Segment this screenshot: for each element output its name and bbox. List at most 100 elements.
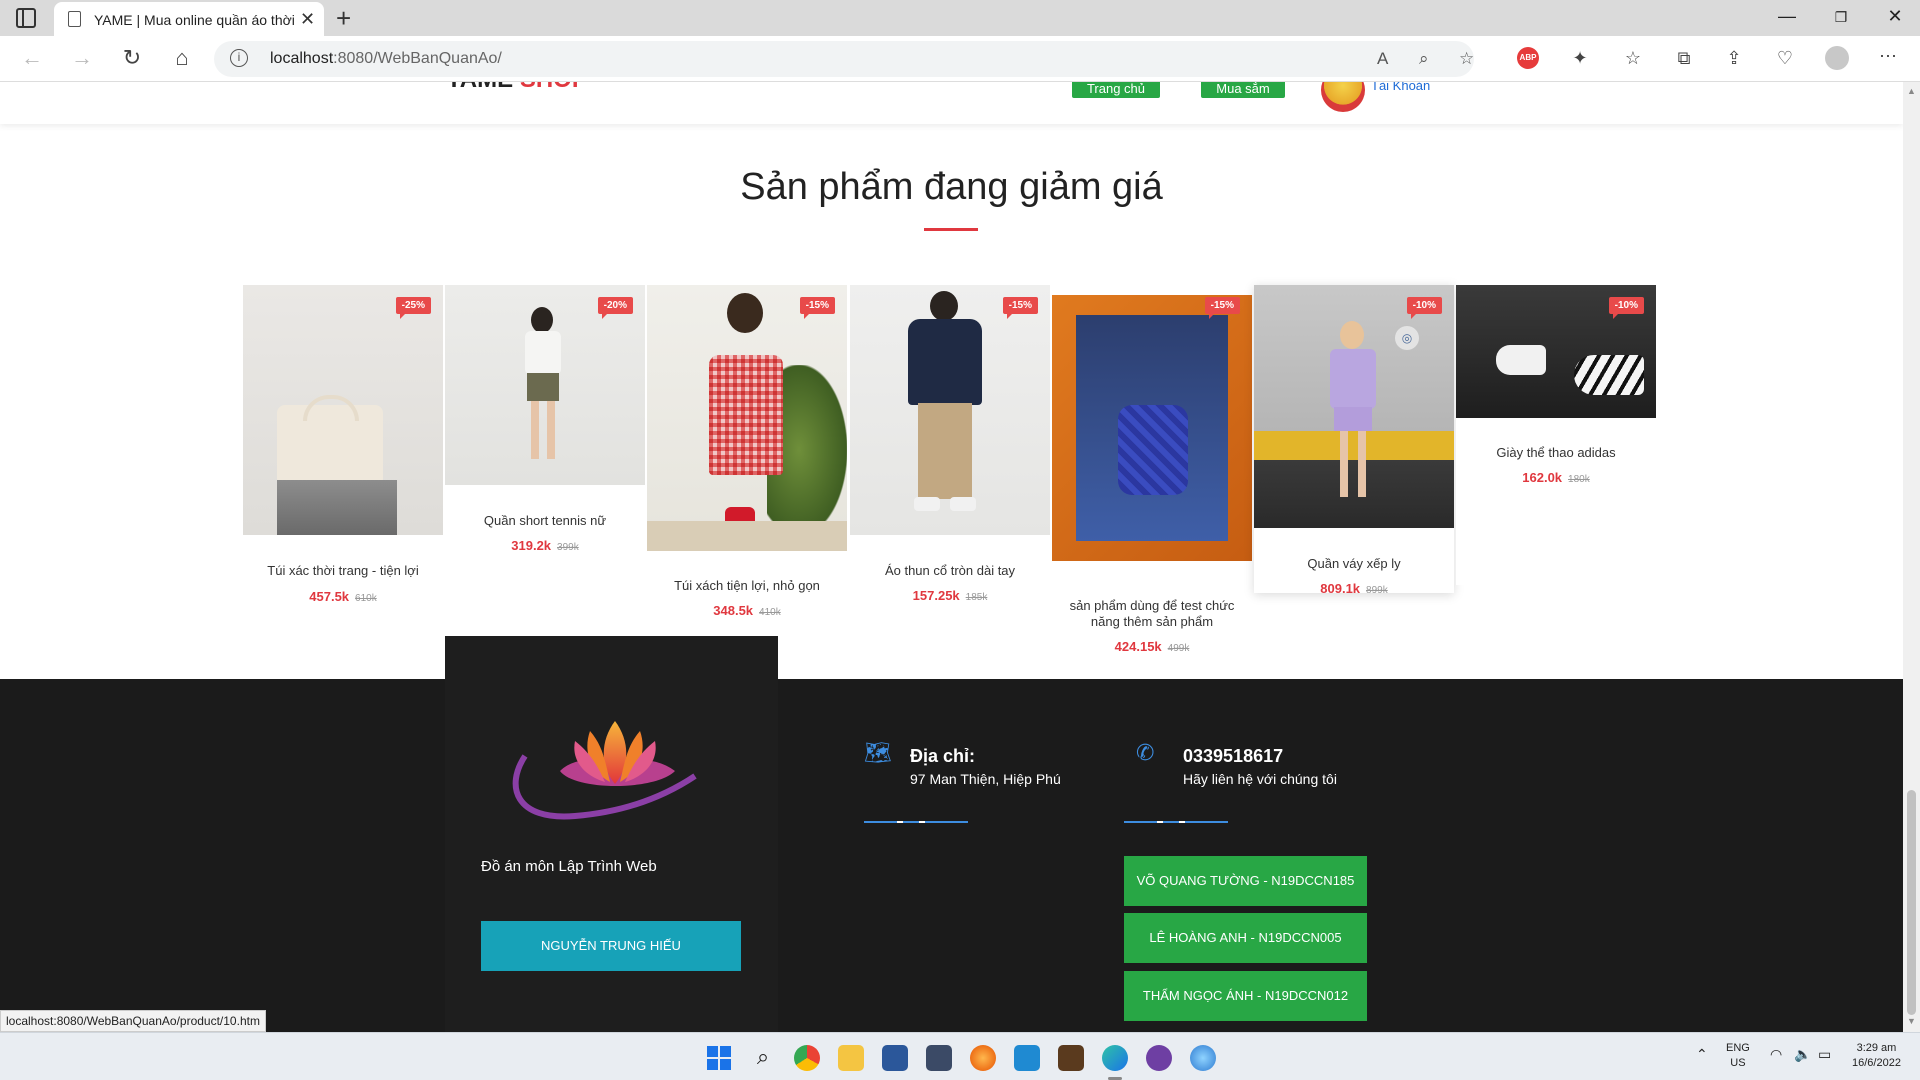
product-image[interactable] <box>445 285 645 485</box>
extensions-icon[interactable]: ✦ <box>1568 48 1592 69</box>
product-name[interactable]: Quần short tennis nữ <box>445 513 645 529</box>
discount-badge: -10% <box>1608 297 1644 319</box>
scrollbar[interactable]: ▲ ▼ <box>1903 82 1920 1032</box>
info-icon[interactable]: i <box>230 49 248 67</box>
zoom-icon[interactable]: ⌕ <box>1419 49 1429 69</box>
product-image[interactable] <box>1254 285 1454 528</box>
footer-brand-card: Đồ án môn Lập Trình Web NGUYỄN TRUNG HIẾ… <box>445 636 778 1032</box>
product-name[interactable]: Túi xách tiện lợi, nhỏ gọn <box>647 578 847 594</box>
leader-button[interactable]: NGUYỄN TRUNG HIẾU <box>481 921 741 971</box>
account-link[interactable]: Tài Khoản <box>1371 82 1430 93</box>
site-logo[interactable]: YAME SHOP <box>446 82 588 94</box>
adblock-icon[interactable]: ABP <box>1517 47 1539 69</box>
product-card[interactable]: -10% Giày thể thao adidas 162.0k 180k <box>1456 285 1656 585</box>
minimize-icon[interactable]: — <box>1772 6 1802 27</box>
close-icon[interactable]: ✕ <box>300 9 315 30</box>
divider <box>864 821 968 823</box>
product-name[interactable]: Quần váy xếp ly <box>1254 556 1454 572</box>
volume-icon[interactable]: 🔈 <box>1794 1047 1811 1062</box>
vscode-icon[interactable] <box>1014 1045 1040 1071</box>
product-card[interactable]: -15% Áo thun cổ tròn dài tay 157.25k 185k <box>850 285 1050 603</box>
map-icon: 🗺 <box>864 740 892 765</box>
more-icon[interactable]: ⋯ <box>1876 46 1900 67</box>
product-name[interactable]: Áo thun cổ tròn dài tay <box>850 563 1050 579</box>
globe-app-icon[interactable] <box>1190 1045 1216 1071</box>
page-viewport: YAME SHOP Trang chủ Mua sắm Tài Khoản Sả… <box>0 82 1903 1032</box>
chevron-up-icon[interactable]: ⌃ <box>1696 1047 1708 1062</box>
product-card[interactable]: -15% Túi xách tiện lợi, nhỏ gọn 348.5k 41… <box>647 285 847 618</box>
leg-shape <box>531 401 539 459</box>
discount-badge: -25% <box>395 297 431 319</box>
browser-essentials-icon[interactable]: ♡ <box>1773 48 1797 69</box>
favorites-icon[interactable]: ☆ <box>1621 48 1645 69</box>
shoe-shape <box>1574 355 1644 395</box>
window-close-icon[interactable]: ✕ <box>1880 6 1910 27</box>
search-icon[interactable]: ⌕ <box>750 1045 776 1071</box>
product-image[interactable] <box>647 285 847 551</box>
favorite-add-icon[interactable]: ☆ <box>1459 49 1474 69</box>
language-indicator[interactable]: ENG US <box>1726 1041 1750 1071</box>
visual-search-icon[interactable]: ◎ <box>1394 325 1420 351</box>
clock[interactable]: 3:29 am 16/6/2022 <box>1852 1041 1901 1071</box>
footer-description: Đồ án môn Lập Trình Web <box>481 858 657 875</box>
product-image[interactable] <box>850 285 1050 535</box>
profile-icon[interactable] <box>1825 46 1849 70</box>
sweatshirt-shape <box>908 319 982 405</box>
taskbar: ⌕ ⌃ ENG US ◠ 🔈 ▭ 3:29 am 16/6/2022 <box>0 1032 1920 1080</box>
product-card[interactable]: -20% Quần short tennis nữ 319.2k 399k <box>445 285 645 555</box>
firefox-icon[interactable] <box>970 1045 996 1071</box>
product-name[interactable]: sản phẩm dùng để test chức năng thêm sản… <box>1052 598 1252 630</box>
forward-icon[interactable]: → <box>68 45 96 71</box>
back-icon[interactable]: ← <box>18 45 46 71</box>
product-name[interactable]: Túi xác thời trang - tiện lợi <box>243 563 443 579</box>
product-card[interactable]: -25% Túi xác thời trang - tiện lợi 457.5… <box>243 285 443 604</box>
shorts-shape <box>527 373 559 401</box>
chrome-icon[interactable] <box>794 1045 820 1071</box>
leg-shape <box>1358 431 1366 497</box>
github-desktop-icon[interactable] <box>1146 1045 1172 1071</box>
battery-icon[interactable]: ▭ <box>1818 1047 1831 1062</box>
wifi-icon[interactable]: ◠ <box>1770 1047 1782 1062</box>
home-icon[interactable]: ⌂ <box>168 45 196 71</box>
notepad-icon[interactable] <box>882 1045 908 1071</box>
section-title: Sản phẩm đang giảm giá <box>740 166 1163 208</box>
dev-app-icon[interactable] <box>926 1045 952 1071</box>
member-button[interactable]: VÕ QUANG TƯỜNG - N19DCCN185 <box>1124 856 1367 906</box>
discount-badge: -20% <box>597 297 633 319</box>
avatar[interactable] <box>1321 82 1365 112</box>
collections-icon[interactable]: ⧉ <box>1672 48 1696 69</box>
product-card[interactable]: -15% sản phẩm dùng để test chức năng thê… <box>1052 285 1252 654</box>
product-card[interactable]: ◎ -10% Quần váy xếp ly 809.1k 899k <box>1254 285 1454 596</box>
address-bar[interactable]: i localhost:8080/WebBanQuanAo/ A ⌕ ☆ <box>214 41 1474 77</box>
restore-icon[interactable]: ❐ <box>1826 9 1856 26</box>
skirt-shape <box>1334 407 1372 431</box>
game-app-icon[interactable] <box>1058 1045 1084 1071</box>
tab-title: YAME | Mua online quần áo thời <box>94 12 294 28</box>
scroll-up-icon[interactable]: ▲ <box>1907 86 1916 96</box>
product-image[interactable] <box>1052 295 1252 561</box>
model-head-shape <box>1340 321 1364 349</box>
edge-icon[interactable] <box>1102 1045 1128 1071</box>
file-explorer-icon[interactable] <box>838 1045 864 1071</box>
product-name[interactable]: Giày thể thao adidas <box>1456 445 1656 461</box>
refresh-icon[interactable]: ↻ <box>118 45 146 71</box>
product-price: 162.0k 180k <box>1522 470 1590 485</box>
windows-start-icon[interactable] <box>706 1045 732 1071</box>
sidebar-icon[interactable] <box>16 8 36 28</box>
page-icon <box>68 11 81 27</box>
shoe-shape <box>1496 345 1546 375</box>
share-icon[interactable]: ⇪ <box>1722 48 1746 69</box>
product-image[interactable] <box>243 285 443 535</box>
nav-shop-button[interactable]: Mua sắm <box>1201 82 1285 98</box>
url-text[interactable]: localhost:8080/WebBanQuanAo/ <box>270 50 502 68</box>
member-button[interactable]: THẨM NGỌC ÁNH - N19DCCN012 <box>1124 971 1367 1021</box>
scroll-down-icon[interactable]: ▼ <box>1907 1016 1916 1026</box>
nav-home-button[interactable]: Trang chủ <box>1072 82 1160 98</box>
member-button[interactable]: LÊ HOÀNG ANH - N19DCCN005 <box>1124 913 1367 963</box>
site-header: YAME SHOP Trang chủ Mua sắm Tài Khoản <box>0 82 1903 124</box>
product-price: 809.1k 899k <box>1320 581 1388 596</box>
browser-tab[interactable]: YAME | Mua online quần áo thời ✕ <box>54 2 324 36</box>
read-aloud-icon[interactable]: A <box>1377 49 1388 69</box>
plus-icon[interactable]: + <box>336 3 351 34</box>
scroll-thumb[interactable] <box>1907 790 1916 1015</box>
